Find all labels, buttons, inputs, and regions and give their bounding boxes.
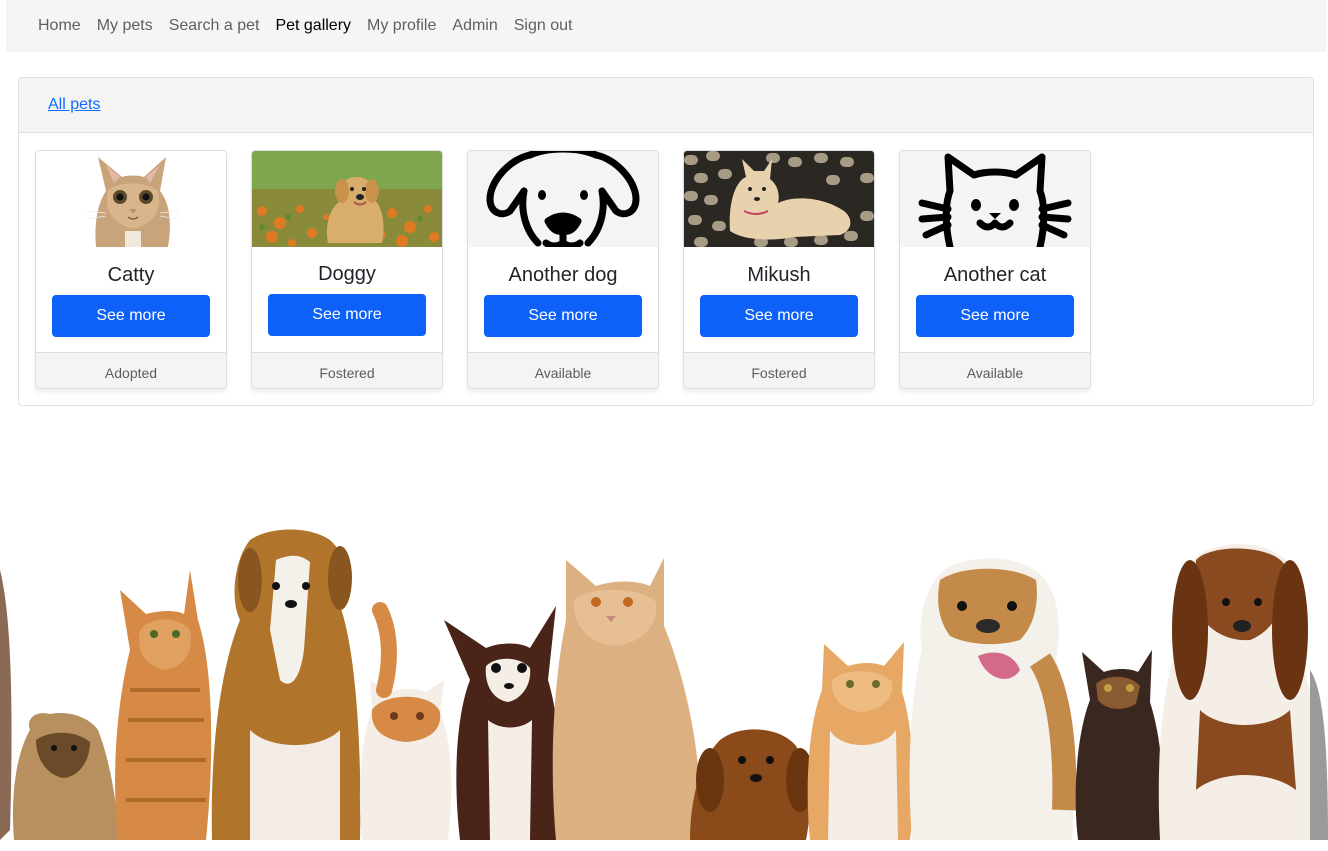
nav-my-pets[interactable]: My pets: [97, 17, 153, 35]
pet-status: Fostered: [684, 352, 874, 388]
nav-pet-gallery[interactable]: Pet gallery: [275, 17, 351, 35]
see-more-button[interactable]: See more: [484, 295, 642, 337]
pet-status: Fostered: [252, 352, 442, 388]
pet-card: Catty See more Adopted: [35, 150, 227, 389]
pet-status: Available: [900, 352, 1090, 388]
pet-status: Adopted: [36, 352, 226, 388]
all-pets-link[interactable]: All pets: [48, 96, 100, 114]
pet-status: Available: [468, 352, 658, 388]
cat-outline-icon: [900, 151, 1090, 247]
puppy-photo: [252, 151, 442, 247]
pet-card: Mikush See more Fostered: [683, 150, 875, 389]
pet-card: Doggy See more Fostered: [251, 150, 443, 389]
nav-sign-out[interactable]: Sign out: [514, 17, 573, 35]
see-more-button[interactable]: See more: [268, 294, 426, 336]
see-more-button[interactable]: See more: [700, 295, 858, 337]
panel-header: All pets: [19, 78, 1313, 133]
pet-gallery-panel: All pets Catty See more Adopted Doggy Se…: [18, 77, 1314, 406]
pet-name: Catty: [107, 264, 155, 286]
pet-card: Another cat See more Available: [899, 150, 1091, 389]
see-more-button[interactable]: See more: [52, 295, 210, 337]
pet-name: Doggy: [318, 263, 376, 285]
pets-banner-image: [0, 430, 1328, 846]
nav-home[interactable]: Home: [38, 17, 81, 35]
dog-on-couch-photo: [684, 151, 874, 247]
pet-name: Another dog: [508, 264, 618, 286]
pet-name: Mikush: [747, 264, 811, 286]
dog-outline-icon: [468, 151, 658, 247]
pet-name: Another cat: [943, 264, 1047, 286]
nav-admin[interactable]: Admin: [452, 17, 497, 35]
pet-card: Another dog See more Available: [467, 150, 659, 389]
see-more-button[interactable]: See more: [916, 295, 1074, 337]
top-navbar: Home My pets Search a pet Pet gallery My…: [6, 0, 1326, 52]
cat-photo: [36, 151, 226, 247]
nav-my-profile[interactable]: My profile: [367, 17, 436, 35]
nav-search-a-pet[interactable]: Search a pet: [169, 17, 260, 35]
